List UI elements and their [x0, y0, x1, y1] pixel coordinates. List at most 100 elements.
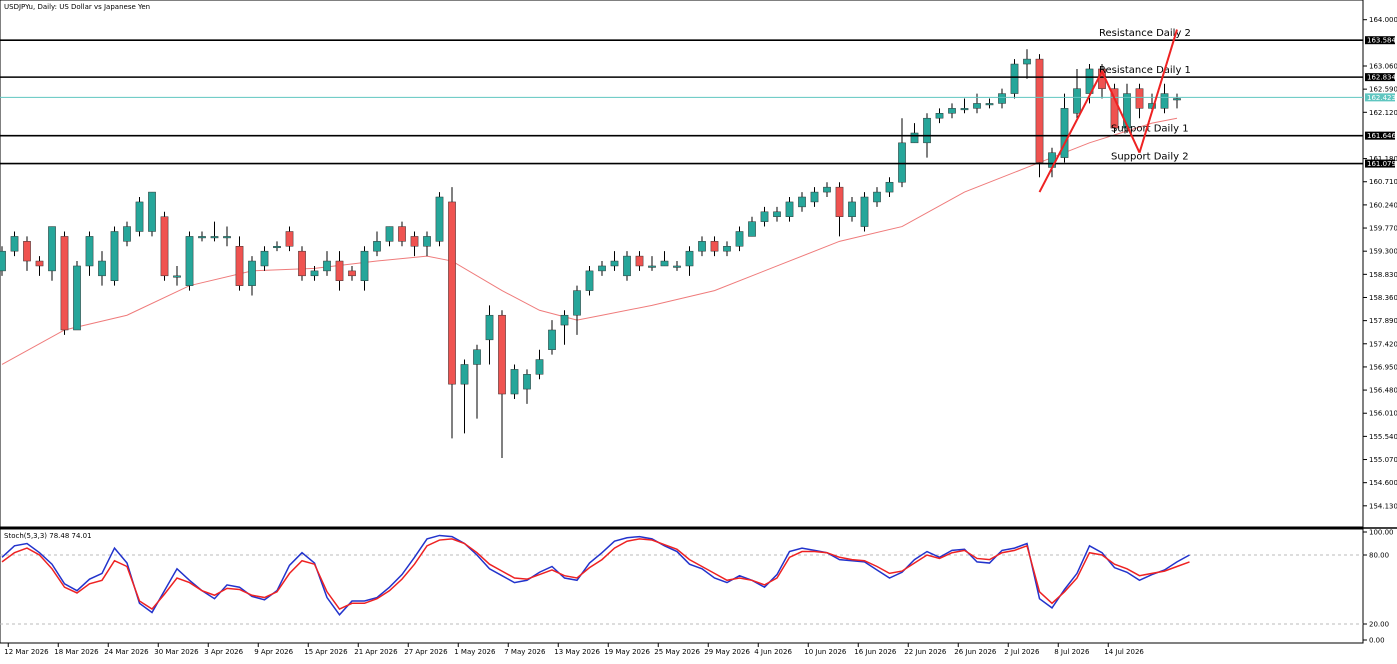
- candle: [1173, 93, 1181, 109]
- candle-body-bull: [1073, 88, 1081, 114]
- candle: [673, 261, 681, 271]
- candle-body-bear: [335, 260, 344, 281]
- moving-average-line: [1, 117, 1178, 365]
- candle: [60, 231, 69, 335]
- candle: [985, 98, 994, 109]
- candle: [973, 93, 981, 114]
- candle: [1023, 49, 1031, 79]
- candle: [848, 197, 856, 222]
- candle-body-bull: [185, 236, 194, 286]
- candle: [48, 226, 56, 281]
- candle: [173, 265, 181, 286]
- candle: [385, 226, 394, 247]
- candle-body-bull: [898, 142, 906, 183]
- candle: [910, 123, 919, 144]
- level-price-text: 161.646: [1367, 132, 1396, 140]
- candle: [110, 226, 119, 286]
- y-tick-label: 162.590: [1369, 86, 1397, 94]
- candle-body-bull: [873, 191, 881, 203]
- candle-body-bull: [548, 329, 556, 350]
- candle-body-bull: [248, 260, 256, 286]
- candle: [723, 241, 731, 257]
- candle-body-bear: [35, 260, 44, 267]
- candle: [473, 344, 481, 419]
- candle: [860, 192, 869, 232]
- candle-body-bull: [173, 275, 181, 278]
- y-tick-label: 161.180: [1369, 155, 1397, 163]
- candle-body-bull: [623, 255, 631, 277]
- candle-body-bull: [535, 359, 544, 375]
- candle-body-bull: [1160, 93, 1169, 109]
- candle: [610, 251, 619, 271]
- y-tick-label: 159.770: [1369, 225, 1397, 233]
- candle-body-bear: [410, 236, 419, 247]
- candle: [410, 231, 419, 257]
- candle: [223, 226, 231, 247]
- y-tick-label: 163.060: [1369, 62, 1397, 70]
- candle: [498, 310, 506, 459]
- candle: [960, 98, 969, 114]
- x-tick-label: 1 May 2026: [454, 648, 496, 656]
- candle: [810, 187, 819, 207]
- candle-body-bear: [710, 241, 719, 252]
- candle: [998, 88, 1006, 109]
- chart-canvas[interactable]: Resistance Daily 2163.584Resistance Dail…: [0, 0, 1397, 660]
- stoch-pane-border: [0, 528, 1364, 644]
- candle-body-bull: [1173, 98, 1181, 101]
- candle-body-bull: [460, 364, 469, 385]
- candle-body-bull: [123, 226, 131, 242]
- candle-body-bear: [298, 250, 306, 277]
- candle-body-bull: [48, 226, 56, 272]
- candle-body-bull: [885, 181, 894, 193]
- candle-body-bear: [498, 314, 506, 395]
- candle: [23, 236, 31, 271]
- trend-line: [1101, 70, 1141, 154]
- candle-body-bull: [910, 132, 919, 144]
- x-tick-label: 9 Apr 2026: [254, 648, 293, 656]
- candle-body-bull: [373, 241, 381, 252]
- y-tick-label: 164.000: [1369, 16, 1397, 24]
- level-price-text: 162.834: [1367, 74, 1396, 82]
- main-pane-border: [0, 0, 1364, 528]
- candle: [298, 246, 306, 281]
- candle: [748, 216, 756, 237]
- current-price-text: 162.423: [1367, 94, 1396, 102]
- candle-body-bull: [323, 260, 331, 272]
- candle: [135, 197, 144, 237]
- candle-body-bull: [923, 117, 931, 144]
- candle-body-bull: [360, 250, 369, 281]
- candle-body-bull: [210, 236, 219, 239]
- candle-body-bull: [735, 231, 744, 247]
- candle-body-bull: [110, 231, 119, 281]
- candle: [448, 187, 456, 439]
- candle: [798, 192, 806, 212]
- x-tick-label: 26 Jun 2026: [954, 648, 997, 656]
- candle: [435, 192, 444, 247]
- candle: [948, 103, 956, 119]
- candle-body-bull: [823, 186, 831, 193]
- candle-body-bull: [198, 236, 206, 239]
- candle: [935, 108, 944, 124]
- candle-body-bull: [1023, 58, 1031, 65]
- candle-body-bull: [960, 108, 969, 111]
- candle-body-bull: [985, 103, 994, 106]
- candle-body-bear: [235, 246, 244, 286]
- x-tick-label: 12 Mar 2026: [4, 648, 49, 656]
- candle-body-bear: [635, 255, 644, 267]
- y-tick-label: 158.360: [1369, 294, 1397, 302]
- x-tick-label: 24 Mar 2026: [104, 648, 149, 656]
- candle-body-bull: [935, 113, 944, 119]
- candle: [235, 236, 244, 291]
- candle: [560, 310, 569, 345]
- candle-body-bull: [385, 226, 394, 242]
- x-tick-label: 3 Apr 2026: [204, 648, 243, 656]
- y-tick-label: 154.130: [1369, 502, 1397, 510]
- candle: [898, 118, 906, 188]
- trend-line: [1038, 70, 1103, 193]
- x-tick-label: 7 May 2026: [504, 648, 546, 656]
- candle-body-bear: [398, 226, 406, 242]
- candle-body-bull: [485, 314, 494, 341]
- x-tick-label: 21 Apr 2026: [354, 648, 398, 656]
- candle-body-bull: [98, 260, 106, 277]
- candle: [873, 187, 881, 207]
